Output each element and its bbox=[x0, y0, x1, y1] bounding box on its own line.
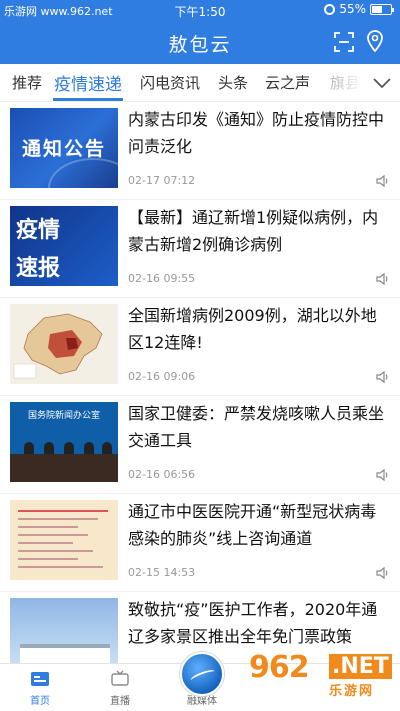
news-thumbnail: 国务院新闻办公室 bbox=[10, 402, 118, 482]
speaker-icon[interactable] bbox=[376, 272, 390, 286]
news-date: 02-16 09:06 bbox=[128, 370, 196, 383]
home-icon bbox=[31, 672, 49, 686]
expand-tabs-button[interactable] bbox=[364, 64, 400, 101]
news-item[interactable]: 通辽市中医医院开通“新型冠状病毒感染的肺炎”线上咨询通道 02-15 14:53 bbox=[0, 494, 400, 592]
tab-cloud-voice[interactable]: 云之声 bbox=[265, 72, 310, 93]
status-bar: 乐游网 www.962.net 下午1:50 55% bbox=[0, 0, 400, 20]
news-thumbnail bbox=[10, 304, 118, 384]
news-date: 02-17 07:12 bbox=[128, 174, 196, 187]
speaker-icon[interactable] bbox=[376, 566, 390, 580]
status-right: 55% bbox=[324, 2, 394, 16]
news-title: 通辽市中医医院开通“新型冠状病毒感染的肺炎”线上咨询通道 bbox=[128, 502, 377, 548]
news-title: 全国新增病例2009例，湖北以外地区12连降! bbox=[128, 306, 377, 352]
tab-recommend[interactable]: 推荐 bbox=[12, 72, 42, 93]
tab-bar-home[interactable]: 首页 bbox=[10, 664, 70, 711]
speaker-icon[interactable] bbox=[376, 370, 390, 384]
live-icon bbox=[111, 670, 129, 686]
tab-flash-news[interactable]: 闪电资讯 bbox=[140, 72, 200, 93]
news-item[interactable]: 国务院新闻办公室 国家卫健委：严禁发烧咳嗽人员乘坐交通工具 02-16 06:5… bbox=[0, 396, 400, 494]
news-title: 【最新】通辽新增1例疑似病例，内蒙古新增2例确诊病例 bbox=[128, 208, 379, 254]
news-item[interactable]: 全国新增病例2009例，湖北以外地区12连降! 02-16 09:06 bbox=[0, 298, 400, 396]
news-thumbnail: 通知公告 bbox=[10, 108, 118, 188]
corner-watermark-logo: 962 .NET 乐游网 bbox=[249, 650, 394, 699]
media-icon[interactable] bbox=[180, 652, 224, 696]
news-title: 致敬抗“疫”医护工作者，2020年通辽多家景区推出全年免门票政策 bbox=[128, 600, 378, 646]
active-tab-indicator bbox=[53, 98, 123, 101]
rotation-lock-icon bbox=[324, 3, 336, 15]
news-date: 02-16 06:56 bbox=[128, 468, 196, 481]
location-icon[interactable] bbox=[366, 30, 384, 52]
category-tabs: 推荐 疫情速递 闪电资讯 头条 云之声 旗县 bbox=[0, 64, 400, 102]
news-thumbnail bbox=[10, 500, 118, 580]
battery-percent: 55% bbox=[339, 2, 366, 16]
news-date: 02-16 09:55 bbox=[128, 272, 196, 285]
chevron-down-icon bbox=[373, 78, 391, 89]
speaker-icon[interactable] bbox=[376, 174, 390, 188]
tab-bar-live[interactable]: 直播 bbox=[90, 664, 150, 711]
news-thumbnail: 疫情 速报 bbox=[10, 206, 118, 286]
news-title: 国家卫健委：严禁发烧咳嗽人员乘坐交通工具 bbox=[128, 404, 385, 450]
news-title: 内蒙古印发《通知》防止疫情防控中问责泛化 bbox=[128, 110, 385, 156]
tab-epidemic[interactable]: 疫情速递 bbox=[54, 70, 122, 95]
scan-icon[interactable] bbox=[334, 32, 354, 52]
app-header: 敖包云 bbox=[0, 20, 400, 64]
battery-icon bbox=[370, 3, 394, 15]
speaker-icon[interactable] bbox=[376, 468, 390, 482]
china-map-graphic bbox=[13, 313, 103, 379]
news-item[interactable]: 通知公告 内蒙古印发《通知》防止疫情防控中问责泛化 02-17 07:12 bbox=[0, 102, 400, 200]
news-date: 02-15 14:53 bbox=[128, 566, 196, 579]
tab-headlines[interactable]: 头条 bbox=[218, 72, 248, 93]
news-item[interactable]: 疫情 速报 【最新】通辽新增1例疑似病例，内蒙古新增2例确诊病例 02-16 0… bbox=[0, 200, 400, 298]
